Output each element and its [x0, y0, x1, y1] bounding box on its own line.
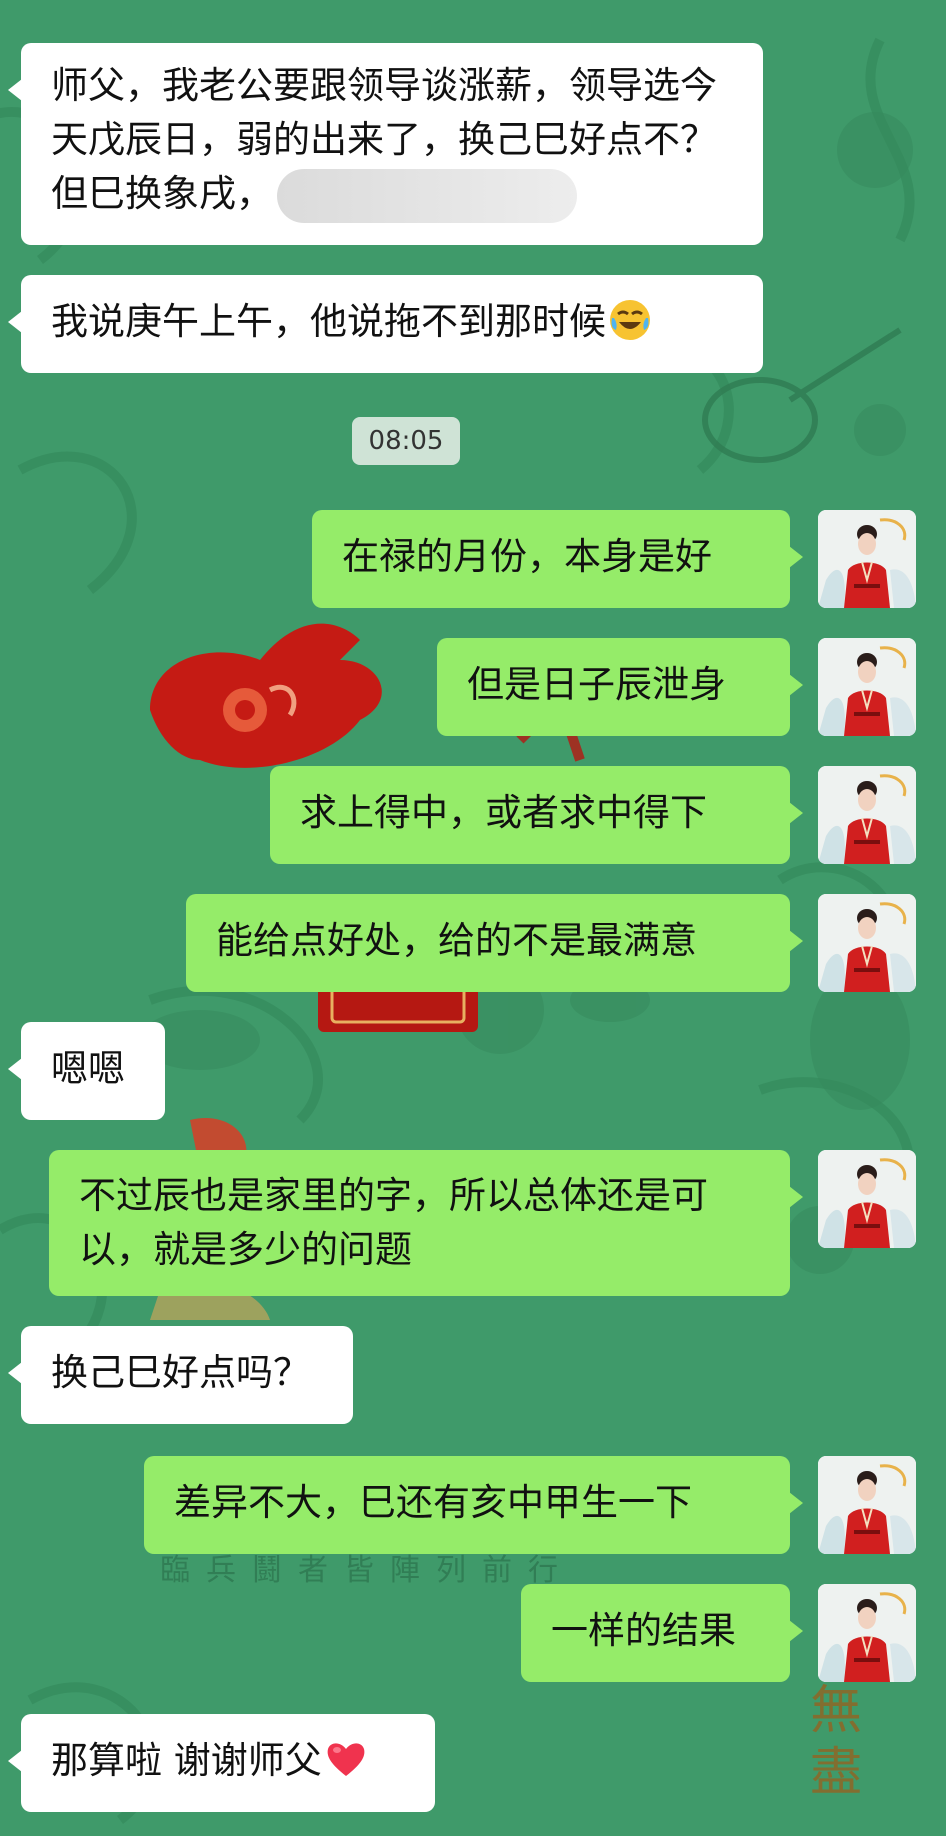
message-text: 能给点好处，给的不是最满意 [216, 919, 697, 962]
message-text: 差异不大，巳还有亥中甲生一下 [174, 1481, 692, 1524]
avatar-woman-red-hanfu-icon [818, 638, 916, 736]
avatar[interactable] [818, 1584, 916, 1682]
avatar-woman-red-hanfu-icon [818, 1584, 916, 1682]
message-text: 我说庚午上午，他说拖不到那时候 [21, 275, 763, 369]
avatar[interactable] [818, 1456, 916, 1554]
avatar-woman-red-hanfu-icon [818, 766, 916, 864]
message-bubble-outgoing[interactable]: 求上得中，或者求中得下 [270, 766, 803, 864]
message-bubble-incoming[interactable]: 那算啦 谢谢师父 [8, 1714, 435, 1812]
message-text: 不过辰也是家里的字，所以总体还是可以，就是多少的问题 [79, 1174, 708, 1271]
message-bubble-incoming[interactable]: 我说庚午上午，他说拖不到那时候 [8, 275, 763, 373]
redacted-blur-icon [277, 168, 577, 223]
avatar-woman-red-hanfu-icon [818, 894, 916, 992]
avatar-woman-red-hanfu-icon [818, 1456, 916, 1554]
message-bubble-incoming[interactable]: 师父，我老公要跟领导谈涨薪，领导选今天戊辰日，弱的出来了，换己巳好点不？但巳换象… [8, 43, 763, 245]
message-timestamp: 08:05 [352, 417, 460, 465]
message-text: 那算啦 谢谢师父 [21, 1714, 435, 1808]
message-bubble-outgoing[interactable]: 能给点好处，给的不是最满意 [186, 894, 803, 992]
avatar-woman-red-hanfu-icon [818, 510, 916, 608]
message-text: 师父，我老公要跟领导谈涨薪，领导选今天戊辰日，弱的出来了，换己巳好点不？但巳换象… [21, 43, 763, 239]
background-vertical-text: 無盡 [810, 1681, 863, 1803]
face-with-tears-of-joy-icon [610, 300, 650, 340]
message-text-content: 我说庚午上午，他说拖不到那时候 [51, 300, 606, 343]
message-bubble-outgoing[interactable]: 在禄的月份，本身是好 [312, 510, 803, 608]
message-text: 嗯嗯 [51, 1047, 125, 1090]
avatar[interactable] [818, 1150, 916, 1248]
avatar[interactable] [818, 638, 916, 736]
message-text: 换己巳好点吗？ [51, 1351, 310, 1394]
message-bubble-outgoing[interactable]: 一样的结果 [521, 1584, 803, 1682]
message-text: 在禄的月份，本身是好 [342, 535, 712, 578]
message-text: 求上得中，或者求中得下 [300, 791, 707, 834]
avatar[interactable] [818, 894, 916, 992]
message-bubble-incoming[interactable]: 嗯嗯 [8, 1022, 165, 1120]
message-text: 一样的结果 [551, 1609, 736, 1652]
message-bubble-outgoing[interactable]: 不过辰也是家里的字，所以总体还是可以，就是多少的问题 [49, 1150, 803, 1296]
avatar[interactable] [818, 510, 916, 608]
message-text: 但是日子辰泄身 [467, 663, 726, 706]
message-bubble-outgoing[interactable]: 差异不大，巳还有亥中甲生一下 [144, 1456, 803, 1554]
avatar[interactable] [818, 766, 916, 864]
message-text-content: 那算啦 谢谢师父 [51, 1739, 322, 1782]
message-bubble-incoming[interactable]: 换己巳好点吗？ [8, 1326, 353, 1424]
avatar-woman-red-hanfu-icon [818, 1150, 916, 1248]
message-bubble-outgoing[interactable]: 但是日子辰泄身 [437, 638, 803, 736]
red-heart-icon [327, 1743, 365, 1776]
